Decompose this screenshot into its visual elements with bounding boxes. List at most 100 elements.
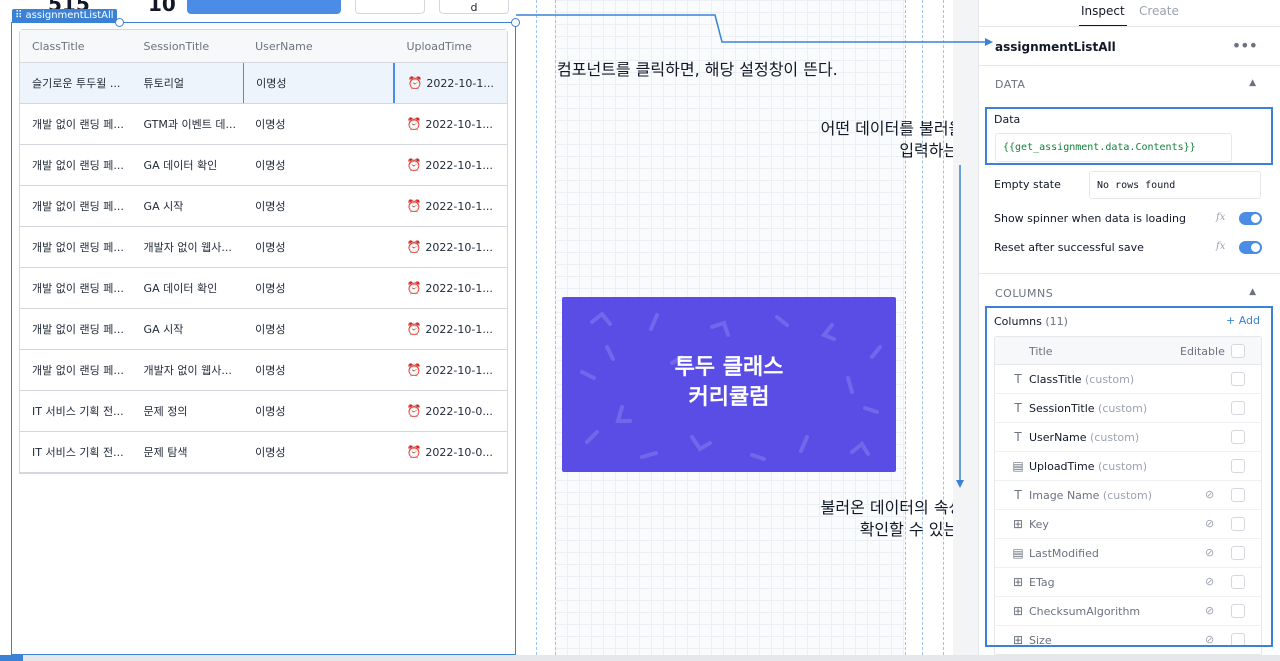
table-row[interactable]: 개발 없이 랜딩 페... GA 시작 이명성 ⏰ 2022-10-1... xyxy=(20,309,507,350)
table-cell[interactable]: 문제 탐색 xyxy=(132,432,244,472)
secondary-button[interactable] xyxy=(355,0,425,14)
table-cell[interactable]: 이명성 xyxy=(243,268,394,308)
column-guide xyxy=(905,0,906,655)
component-title[interactable]: assignmentListAll xyxy=(995,40,1116,54)
table-cell[interactable]: 이명성 xyxy=(243,309,394,349)
table-cell[interactable]: 문제 정의 xyxy=(132,391,244,431)
table-cell[interactable]: IT 서비스 기획 전... xyxy=(20,432,132,472)
spinner-label: Show spinner when data is loading xyxy=(994,212,1186,225)
table-cell[interactable]: ⏰ 2022-10-1... xyxy=(394,227,507,267)
table-cell[interactable]: 이명성 xyxy=(243,145,394,185)
table-row[interactable]: 개발 없이 랜딩 페... 개발자 없이 웹사... 이명성 ⏰ 2022-10-1..… xyxy=(20,350,507,391)
column-header[interactable]: UploadTime xyxy=(394,30,507,62)
column-header[interactable]: ClassTitle xyxy=(20,30,132,62)
table-cell[interactable]: 이명성 xyxy=(243,186,394,226)
table-cell[interactable]: 개발 없이 랜딩 페... xyxy=(20,104,132,144)
spinner-toggle[interactable] xyxy=(1239,212,1262,225)
scrollbar-thumb[interactable] xyxy=(0,655,23,661)
table-cell[interactable]: ⏰ 2022-10-1... xyxy=(394,268,507,308)
curriculum-banner[interactable]: 투두 클래스 커리큘럼 xyxy=(562,297,896,472)
cell-text: 이명성 xyxy=(255,159,286,172)
cell-text: 2022-10-0... xyxy=(425,445,493,459)
table-cell[interactable]: 개발 없이 랜딩 페... xyxy=(20,227,132,267)
table-cell[interactable]: ⏰ 2022-10-1... xyxy=(394,350,507,390)
annotation-line: 어떤 데이터를 불러올지 xyxy=(820,119,953,138)
table-row[interactable]: 개발 없이 랜딩 페... 개발자 없이 웹사... 이명성 ⏰ 2022-10-1..… xyxy=(20,227,507,268)
section-title-data[interactable]: DATA xyxy=(995,78,1025,91)
cell-text: 2022-10-1... xyxy=(425,281,493,295)
resize-handle[interactable] xyxy=(511,18,520,27)
cell-text: 튜토리얼 xyxy=(143,77,185,90)
tab-create[interactable]: Create xyxy=(1139,4,1179,18)
table-cell[interactable]: GTM과 이벤트 데... xyxy=(132,104,244,144)
table-cell[interactable]: ⏰ 2022-10-1... xyxy=(394,145,507,185)
cell-text: IT 서비스 기획 전... xyxy=(32,446,124,459)
chevron-up-icon[interactable]: ▲ xyxy=(1249,287,1256,297)
alarm-clock-icon: ⏰ xyxy=(406,281,422,295)
table-cell[interactable]: 튜토리얼 xyxy=(132,63,244,103)
table-row[interactable]: IT 서비스 기획 전... 문제 탐색 이명성 ⏰ 2022-10-0... xyxy=(20,432,507,473)
editor-canvas[interactable]: 515 10 d ⠿ assignmentListAll ClassTitle … xyxy=(0,0,953,655)
table-cell[interactable]: ⏰ 2022-10-1... xyxy=(394,63,507,103)
table-cell[interactable]: 개발 없이 랜딩 페... xyxy=(20,186,132,226)
table-row[interactable]: 개발 없이 랜딩 페... GA 데이터 확인 이명성 ⏰ 2022-10-1... xyxy=(20,145,507,186)
table-row[interactable]: 슬기로운 투두윌 ... 튜토리얼 이명성 ⏰ 2022-10-1... xyxy=(20,63,507,104)
table-row[interactable]: 개발 없이 랜딩 페... GTM과 이벤트 데... 이명성 ⏰ 2022-10-1.… xyxy=(20,104,507,145)
section-title-columns[interactable]: COLUMNS xyxy=(995,287,1053,300)
table-cell[interactable]: ⏰ 2022-10-1... xyxy=(394,309,507,349)
table-cell[interactable]: 개발자 없이 웹사... xyxy=(132,350,244,390)
alarm-clock-icon: ⏰ xyxy=(406,322,422,336)
table-cell[interactable]: 개발 없이 랜딩 페... xyxy=(20,145,132,185)
table-cell[interactable]: 슬기로운 투두윌 ... xyxy=(20,63,132,103)
reset-toggle[interactable] xyxy=(1239,241,1262,254)
table-cell[interactable]: GA 시작 xyxy=(132,186,244,226)
table-cell[interactable]: 이명성 xyxy=(243,227,394,267)
table-header: ClassTitle SessionTitle UserName UploadT… xyxy=(20,30,507,63)
alarm-clock-icon: ⏰ xyxy=(406,117,422,131)
table-cell[interactable]: 이명성 xyxy=(243,350,394,390)
primary-button[interactable] xyxy=(187,0,341,14)
cell-text: 2022-10-1... xyxy=(425,158,493,172)
table-cell[interactable]: 이명성 xyxy=(243,432,394,472)
table-row[interactable]: 개발 없이 랜딩 페... GA 시작 이명성 ⏰ 2022-10-1... xyxy=(20,186,507,227)
cell-text: 문제 탐색 xyxy=(143,446,188,459)
column-header[interactable]: SessionTitle xyxy=(132,30,244,62)
cell-text: GTM과 이벤트 데... xyxy=(143,118,236,131)
annotation-line: 확인할 수 있는 창 xyxy=(859,520,953,539)
table-cell[interactable]: IT 서비스 기획 전... xyxy=(20,391,132,431)
ellipsis-icon[interactable]: ••• xyxy=(1232,36,1258,55)
table-cell[interactable]: 개발 없이 랜딩 페... xyxy=(20,309,132,349)
table-cell[interactable]: 개발 없이 랜딩 페... xyxy=(20,268,132,308)
horizontal-scrollbar[interactable] xyxy=(0,655,1280,661)
cell-text: 개발 없이 랜딩 페... xyxy=(32,200,124,213)
column-guide xyxy=(922,0,923,655)
secondary-button[interactable]: d xyxy=(439,0,509,14)
table-cell[interactable]: GA 데이터 확인 xyxy=(132,268,244,308)
empty-state-input[interactable]: No rows found xyxy=(1089,171,1261,199)
chevron-up-icon[interactable]: ▲ xyxy=(1249,78,1256,88)
table-cell[interactable]: 이명성 xyxy=(243,104,394,144)
cell-text: GA 시작 xyxy=(143,200,184,213)
table-cell[interactable]: GA 시작 xyxy=(132,309,244,349)
tab-inspect[interactable]: Inspect xyxy=(1079,4,1127,27)
column-header[interactable]: UserName xyxy=(243,30,394,62)
table-cell[interactable]: 이명성 xyxy=(243,391,394,431)
resize-handle[interactable] xyxy=(115,18,124,27)
table-cell[interactable]: ⏰ 2022-10-0... xyxy=(394,432,507,472)
assignment-table[interactable]: ClassTitle SessionTitle UserName UploadT… xyxy=(19,29,508,474)
fx-icon[interactable]: fx xyxy=(1216,212,1225,223)
fx-icon[interactable]: fx xyxy=(1216,241,1225,252)
table-cell[interactable]: ⏰ 2022-10-1... xyxy=(394,186,507,226)
table-cell[interactable]: ⏰ 2022-10-0... xyxy=(394,391,507,431)
table-cell[interactable]: 이명성 xyxy=(243,63,395,103)
cell-text: 이명성 xyxy=(255,323,286,336)
table-cell[interactable]: ⏰ 2022-10-1... xyxy=(394,104,507,144)
table-cell[interactable]: GA 데이터 확인 xyxy=(132,145,244,185)
cell-text: 개발 없이 랜딩 페... xyxy=(32,282,124,295)
table-cell[interactable]: 개발자 없이 웹사... xyxy=(132,227,244,267)
table-cell[interactable]: 개발 없이 랜딩 페... xyxy=(20,350,132,390)
component-name-tag[interactable]: ⠿ assignmentListAll xyxy=(12,9,117,22)
table-row[interactable]: IT 서비스 기획 전... 문제 정의 이명성 ⏰ 2022-10-0... xyxy=(20,391,507,432)
annotation-text: 불러온 데이터의 속성을 확인할 수 있는 창 xyxy=(766,497,953,541)
table-row[interactable]: 개발 없이 랜딩 페... GA 데이터 확인 이명성 ⏰ 2022-10-1... xyxy=(20,268,507,309)
